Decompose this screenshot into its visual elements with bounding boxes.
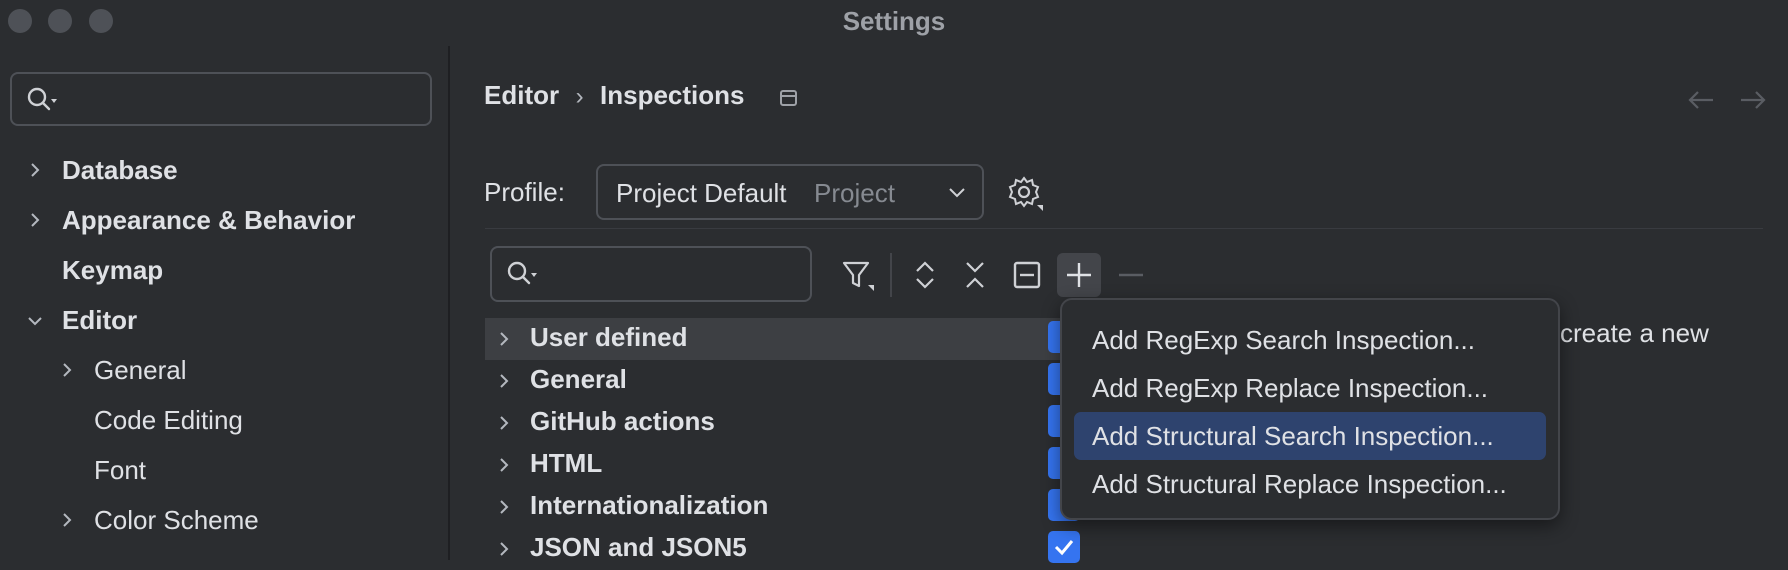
sidebar-item-appearance-behavior[interactable]: Appearance & Behavior	[62, 202, 355, 238]
menu-item-add-regexp-replace[interactable]: Add RegExp Replace Inspection...	[1074, 364, 1546, 412]
profile-scope: Project	[814, 178, 895, 208]
expand-all-icon[interactable]	[907, 257, 943, 293]
sidebar-item-font[interactable]: Font	[94, 452, 146, 488]
sidebar-item-label: General	[94, 355, 187, 385]
sidebar-item-keymap[interactable]: Keymap	[62, 252, 163, 288]
breadcrumb: Editor › Inspections	[484, 80, 745, 111]
sidebar-item-label: Appearance & Behavior	[62, 205, 356, 235]
inspection-row-label: General	[530, 364, 627, 394]
breadcrumb-separator: ›	[575, 83, 584, 110]
inspection-row-user-defined[interactable]: User defined	[485, 318, 1085, 360]
inspection-row-label: GitHub actions	[530, 406, 715, 436]
chevron-right-icon[interactable]	[497, 542, 511, 556]
title-bar: Settings	[0, 0, 1788, 46]
back-arrow-icon[interactable]	[1686, 88, 1716, 112]
sidebar-item-editor[interactable]: Editor	[62, 302, 137, 338]
window-icon[interactable]	[779, 88, 799, 108]
add-icon	[1067, 263, 1091, 287]
profile-dropdown[interactable]: Project Default Project	[596, 164, 984, 220]
inspection-row-general[interactable]: General	[485, 360, 1085, 402]
sidebar-item-label: Database	[62, 155, 178, 185]
sidebar-item-label: Editor	[62, 305, 138, 335]
menu-item-add-structural-replace[interactable]: Add Structural Replace Inspection...	[1074, 460, 1546, 508]
chevron-right-icon[interactable]	[497, 332, 511, 346]
forward-arrow-icon[interactable]	[1738, 88, 1768, 112]
chevron-down-icon[interactable]	[28, 314, 42, 328]
window-title: Settings	[842, 6, 946, 36]
search-icon	[27, 87, 57, 111]
sidebar-item-label: Color Scheme	[94, 505, 259, 535]
search-icon	[507, 261, 537, 285]
sidebar-item-label: Font	[94, 455, 147, 485]
chevron-right-icon[interactable]	[60, 363, 74, 377]
chevron-right-icon[interactable]	[497, 416, 511, 430]
gear-icon[interactable]	[1007, 175, 1045, 213]
inspection-checkbox[interactable]	[1048, 531, 1080, 563]
chevron-right-icon[interactable]	[497, 500, 511, 514]
sidebar-item-general[interactable]: General	[94, 352, 187, 388]
profile-value: Project Default	[616, 178, 787, 208]
inspection-row-internationalization[interactable]: Internationalization	[485, 486, 1085, 528]
chevron-right-icon[interactable]	[497, 374, 511, 388]
inspection-row-label: JSON and JSON5	[530, 532, 747, 562]
add-inspection-menu: Add RegExp Search Inspection... Add RegE…	[1060, 298, 1560, 520]
inspection-row-label: Internationalization	[530, 490, 769, 520]
menu-item-add-regexp-search[interactable]: Add RegExp Search Inspection...	[1074, 316, 1546, 364]
breadcrumb-inspections: Inspections	[600, 80, 745, 110]
sidebar-item-label: Keymap	[62, 255, 164, 285]
inspection-row-json[interactable]: JSON and JSON5	[485, 528, 1085, 570]
group-icon[interactable]	[1009, 257, 1045, 293]
menu-item-add-structural-search[interactable]: Add Structural Search Inspection...	[1074, 412, 1546, 460]
chevron-down-icon	[949, 188, 965, 198]
empty-hint-text: create a new	[1560, 318, 1709, 348]
inspections-tree: User defined General GitHub actions HTML…	[485, 318, 1085, 563]
remove-icon[interactable]	[1114, 257, 1150, 293]
sidebar-item-color-scheme[interactable]: Color Scheme	[94, 502, 259, 538]
chevron-right-icon[interactable]	[497, 458, 511, 472]
chevron-right-icon[interactable]	[60, 513, 74, 527]
inspections-search-input[interactable]	[490, 246, 812, 302]
collapse-all-icon[interactable]	[957, 257, 993, 293]
inspection-row-html[interactable]: HTML	[485, 444, 1085, 486]
chevron-right-icon[interactable]	[28, 163, 42, 177]
breadcrumb-editor[interactable]: Editor	[484, 80, 559, 110]
sidebar-item-code-editing[interactable]: Code Editing	[94, 402, 243, 438]
sidebar-item-database[interactable]: Database	[62, 152, 178, 188]
sidebar-item-label: Code Editing	[94, 405, 243, 435]
sidebar-search-input[interactable]	[10, 72, 432, 126]
divider	[485, 228, 1763, 229]
profile-label: Profile:	[484, 177, 565, 207]
inspection-row-label: User defined	[530, 322, 688, 352]
inspection-row-label: HTML	[530, 448, 603, 478]
filter-icon[interactable]	[840, 257, 876, 293]
chevron-right-icon[interactable]	[28, 213, 42, 227]
checkmark-icon	[1054, 540, 1074, 556]
toolbar-separator	[890, 253, 892, 297]
add-button[interactable]	[1057, 253, 1101, 297]
inspection-row-github-actions[interactable]: GitHub actions	[485, 402, 1085, 444]
